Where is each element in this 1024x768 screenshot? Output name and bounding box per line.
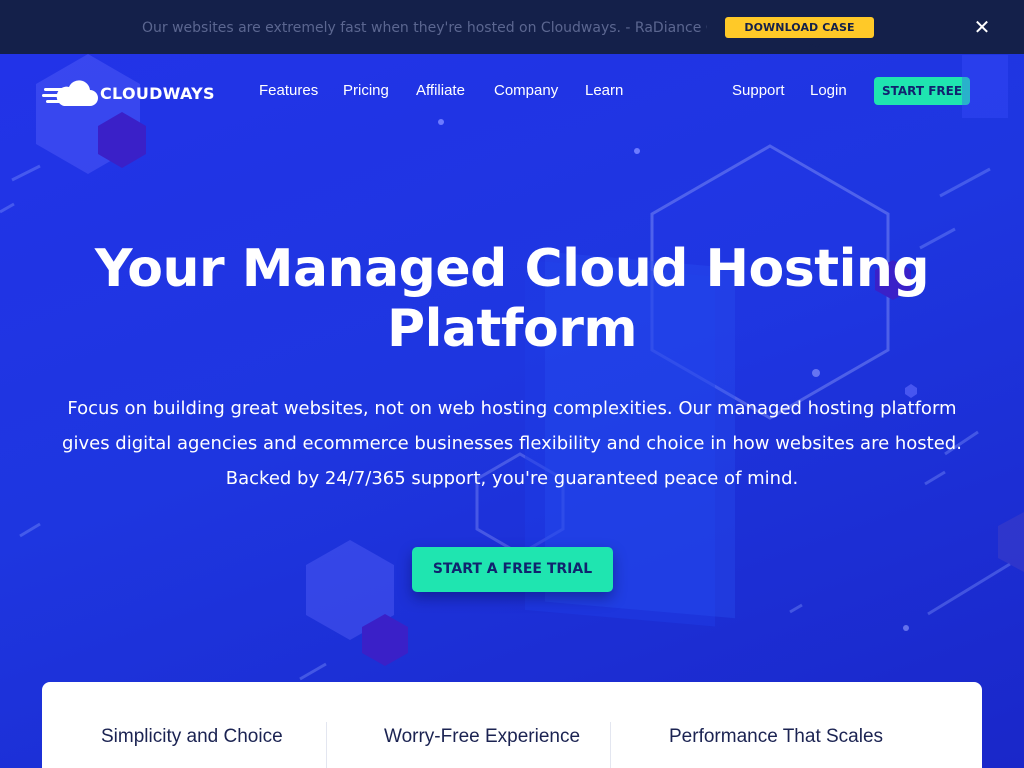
hero-headline-line1: Your Managed Cloud Hosting [94,239,930,299]
start-free-trial-button[interactable]: START A FREE TRIAL [412,547,613,592]
feature-worry-free-title[interactable]: Worry-Free Experience [384,726,580,748]
nav-company[interactable]: Company [494,80,558,102]
promo-bar: Our websites are extremely fast when the… [0,0,1024,55]
brand-name: CLOUDWAYS [100,83,215,103]
hero-subtext-line3: Backed by 24/7/365 support, you're guara… [225,468,799,489]
nav-login[interactable]: Login [810,80,847,102]
start-free-button[interactable]: START FREE [874,77,970,105]
nav-affiliate[interactable]: Affiliate [416,80,465,102]
feature-performance-title[interactable]: Performance That Scales [669,726,883,748]
feature-divider [610,722,611,768]
promo-testimonial-text[interactable]: Our websites are extremely fast when the… [142,19,707,37]
hero-subtext-line1: Focus on building great websites, not on… [67,398,957,419]
close-icon[interactable]: ✕ [971,16,993,38]
cloudways-logo-icon [42,80,98,106]
affiliate-indicator-dot[interactable] [438,119,444,125]
nav-support[interactable]: Support [732,80,785,102]
nav-features[interactable]: Features [259,80,318,102]
features-card: Simplicity and Choice Worry-Free Experie… [42,682,982,768]
feature-divider [326,722,327,768]
feature-simplicity-title[interactable]: Simplicity and Choice [101,726,283,748]
hero-section: CLOUDWAYS Features Pricing Affiliate Com… [0,54,1024,768]
download-case-study-button[interactable]: DOWNLOAD CASE STUDY [725,17,874,55]
carousel-dot[interactable] [634,148,640,154]
cloudways-logo[interactable]: CLOUDWAYS [42,78,215,108]
nav-learn[interactable]: Learn [585,80,623,102]
hero-subtext-line2: gives digital agencies and ecommerce bus… [62,433,962,454]
nav-menu-panel[interactable] [962,55,1008,118]
nav-pricing[interactable]: Pricing [343,80,389,102]
hero-headline-line2: Platform [386,299,638,359]
